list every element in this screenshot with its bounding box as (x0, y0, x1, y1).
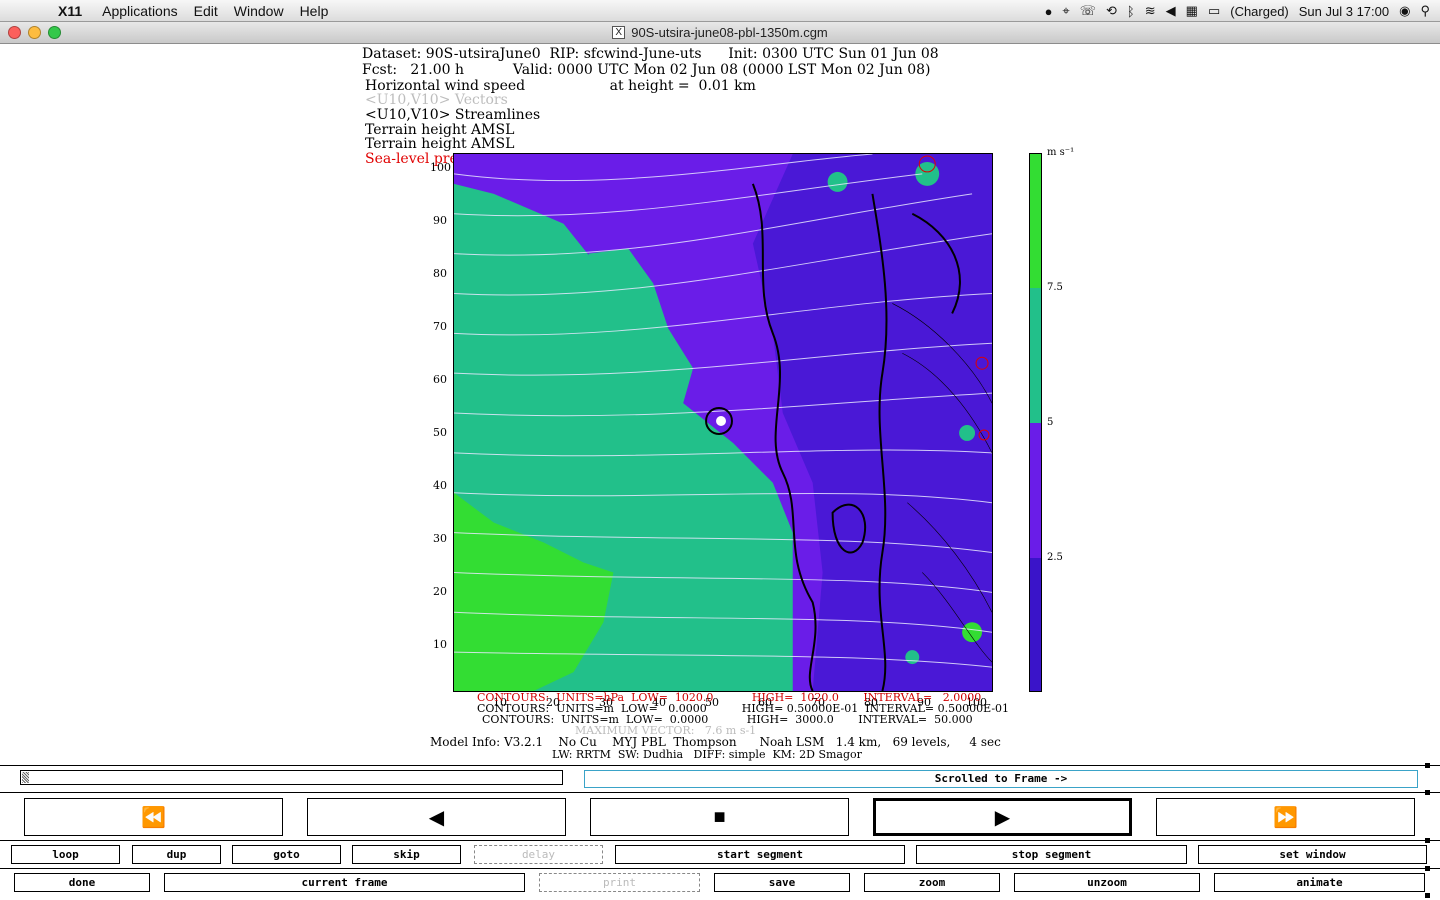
green-patch (827, 171, 848, 192)
resize-handle[interactable] (1425, 866, 1430, 871)
user-icon[interactable]: ◉ (1399, 3, 1410, 19)
window-title-bar: X 90S-utsira-june08-pbl-1350m.cgm (0, 22, 1440, 44)
unzoom-button[interactable]: unzoom (1014, 873, 1200, 892)
battery-icon[interactable]: ▭ (1208, 3, 1220, 19)
fast-forward-button[interactable]: ⏩ (1156, 798, 1415, 836)
colorbar (1029, 153, 1042, 692)
colorbar-segment-high (1030, 154, 1041, 288)
volume-icon[interactable]: ◀ (1166, 3, 1176, 19)
scrollbar-thumb[interactable] (22, 772, 29, 783)
wifi-icon[interactable]: ≋ (1145, 3, 1156, 19)
window-title: 90S-utsira-june08-pbl-1350m.cgm (631, 25, 828, 40)
mac-menu-bar: X11 Applications Edit Window Help ● ⌖ ☏ … (0, 0, 1440, 22)
menu-applications[interactable]: Applications (94, 3, 186, 19)
zoom-window-button[interactable] (48, 26, 61, 39)
y-tick-label: 100 (430, 161, 451, 174)
y-tick-label: 90 (433, 214, 447, 227)
rewind-button[interactable]: ⏪ (24, 798, 283, 836)
y-tick-label: 20 (433, 585, 447, 598)
x11-document-icon: X (612, 26, 626, 39)
stop-icon: ■ (713, 805, 726, 828)
frame-scrollbar[interactable] (20, 770, 563, 785)
step-back-button[interactable]: ◀ (307, 798, 566, 836)
menu-app-x11[interactable]: X11 (50, 3, 90, 19)
header-vectors-line: <U10,V10> Vectors (365, 92, 508, 108)
y-tick-label: 40 (433, 479, 447, 492)
colorbar-segment-low (1030, 558, 1041, 691)
step-back-icon: ◀ (428, 806, 445, 829)
print-button[interactable]: print (539, 873, 700, 892)
colorbar-segment-mid-high (1030, 288, 1041, 423)
divider (0, 840, 1440, 841)
current-frame-button[interactable]: current frame (164, 873, 525, 892)
footer-model-info: Model Info: V3.2.1 No Cu MYJ PBL Thompso… (430, 735, 1001, 749)
done-button[interactable]: done (14, 873, 150, 892)
resize-handle[interactable] (1425, 790, 1430, 795)
station-marker (716, 416, 726, 426)
y-tick-label: 50 (433, 426, 447, 439)
y-tick-label: 70 (433, 320, 447, 333)
start-segment-button[interactable]: start segment (615, 845, 905, 864)
play-icon: ▶ (994, 806, 1011, 829)
green-patch (959, 424, 976, 441)
status-area: ● ⌖ ☏ ⟲ ᛒ ≋ ◀ ▦ ▭ (Charged) Sun Jul 3 17… (1045, 0, 1440, 22)
menu-window[interactable]: Window (226, 3, 292, 19)
colorbar-label: 7.5 (1047, 282, 1063, 293)
spotlight-search-icon[interactable]: ⚲ (1420, 3, 1430, 19)
status-network-icon[interactable]: ⌖ (1062, 3, 1069, 19)
green-patch (962, 622, 983, 643)
time-machine-icon[interactable]: ⟲ (1106, 3, 1117, 19)
phone-icon[interactable]: ☏ (1080, 3, 1096, 19)
header-forecast-line: Fcst: 21.00 h Valid: 0000 UTC Mon 02 Jun… (362, 62, 931, 78)
colorbar-label: 2.5 (1047, 552, 1063, 563)
bluetooth-icon[interactable]: ᛒ (1127, 4, 1135, 19)
divider (0, 765, 1440, 766)
calendar-icon[interactable]: ▦ (1186, 3, 1198, 19)
y-tick-label: 60 (433, 373, 447, 386)
colorbar-unit: m s⁻¹ (1047, 147, 1075, 158)
clock[interactable]: Sun Jul 3 17:00 (1299, 4, 1389, 19)
header-dataset-line: Dataset: 90S-utsiraJune0 RIP: sfcwind-Ju… (362, 46, 939, 62)
menu-edit[interactable]: Edit (186, 3, 226, 19)
y-tick-label: 30 (433, 532, 447, 545)
divider (0, 792, 1440, 793)
rewind-icon: ⏪ (141, 806, 166, 829)
zoom-button[interactable]: zoom (864, 873, 1000, 892)
y-tick-label: 80 (433, 267, 447, 280)
close-window-button[interactable] (8, 26, 21, 39)
set-window-button[interactable]: set window (1198, 845, 1427, 864)
save-button[interactable]: save (714, 873, 850, 892)
green-patch (905, 650, 920, 665)
frame-message: Scrolled to Frame -> (584, 770, 1418, 788)
loop-button[interactable]: loop (11, 845, 120, 864)
delay-button[interactable]: delay (474, 845, 603, 864)
header-streamlines-line: <U10,V10> Streamlines (365, 107, 541, 123)
status-app-icon[interactable]: ● (1045, 4, 1053, 19)
header-terrain-line-2: Terrain height AMSL (365, 136, 515, 152)
battery-status[interactable]: (Charged) (1230, 4, 1289, 19)
y-tick-label: 10 (433, 638, 447, 651)
resize-handle[interactable] (1425, 893, 1430, 898)
colorbar-segment-mid (1030, 423, 1041, 558)
skip-button[interactable]: skip (352, 845, 461, 864)
stop-button[interactable]: ■ (590, 798, 849, 836)
menu-help[interactable]: Help (292, 3, 337, 19)
stop-segment-button[interactable]: stop segment (916, 845, 1187, 864)
window-controls (8, 26, 61, 39)
animate-button[interactable]: animate (1214, 873, 1425, 892)
fast-forward-icon: ⏩ (1273, 806, 1298, 829)
divider (0, 868, 1440, 869)
resize-handle[interactable] (1425, 838, 1430, 843)
colorbar-label: 5 (1047, 417, 1054, 428)
goto-button[interactable]: goto (232, 845, 341, 864)
minimize-window-button[interactable] (28, 26, 41, 39)
resize-handle[interactable] (1425, 763, 1430, 768)
footer-physics-info: LW: RRTM SW: Dudhia DIFF: simple KM: 2D … (552, 748, 862, 761)
play-button[interactable]: ▶ (873, 798, 1132, 836)
wind-speed-map (453, 153, 993, 692)
dup-button[interactable]: dup (132, 845, 221, 864)
